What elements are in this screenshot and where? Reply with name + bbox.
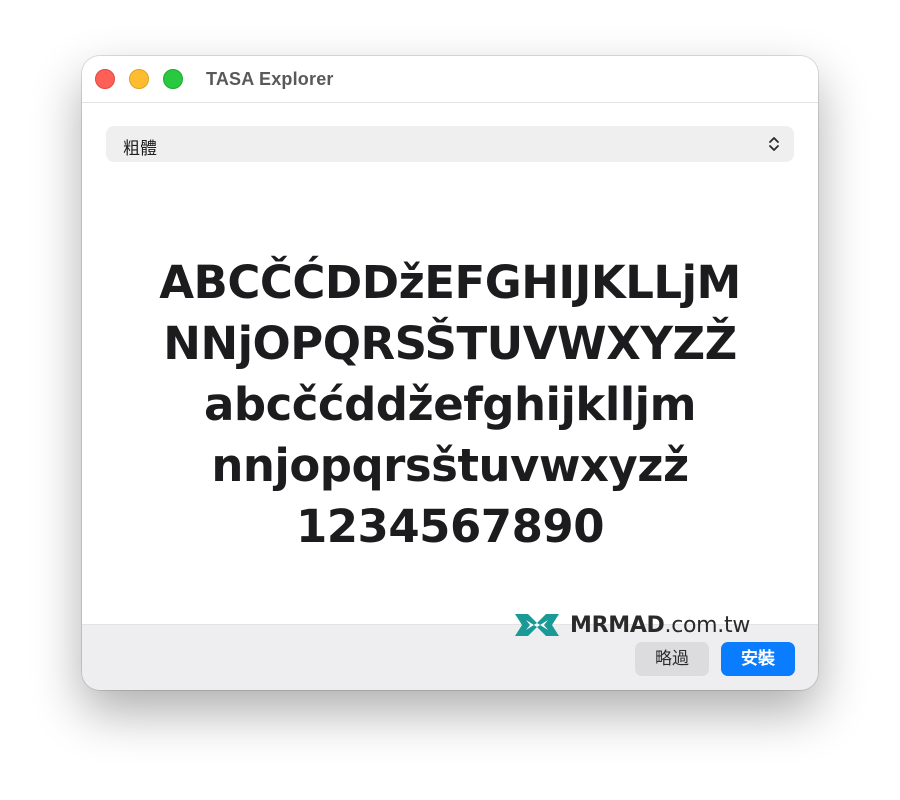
preview-line-lowercase-1: abcčćddžefghijklljm	[203, 378, 697, 431]
chevron-up-down-icon	[769, 137, 779, 151]
mrmad-logo-icon	[515, 614, 559, 636]
tasa-explorer-window: TASA Explorer 粗體 ABCČĆDDžEFGHIJKLLjM NNj…	[82, 56, 818, 690]
maximize-window-button[interactable]	[163, 69, 183, 89]
watermark: MRMAD .com.tw	[512, 608, 750, 642]
preview-line-uppercase-2: NNjOPQRSŠTUVWXYZŽ	[163, 317, 737, 370]
install-button[interactable]: 安裝	[721, 642, 795, 676]
watermark-brand: MRMAD	[570, 612, 665, 638]
skip-button[interactable]: 略過	[635, 642, 709, 676]
font-style-select[interactable]: 粗體	[106, 126, 794, 162]
font-style-selected-value: 粗體	[123, 139, 157, 158]
preview-line-uppercase-1: ABCČĆDDžEFGHIJKLLjM	[159, 256, 741, 309]
window-title: TASA Explorer	[206, 69, 334, 89]
watermark-domain: .com.tw	[664, 612, 751, 638]
close-window-button[interactable]	[95, 69, 115, 89]
font-preview: ABCČĆDDžEFGHIJKLLjM NNjOPQRSŠTUVWXYZŽ ab…	[82, 252, 818, 557]
preview-line-digits: 1234567890	[295, 500, 605, 553]
minimize-window-button[interactable]	[129, 69, 149, 89]
title-bar: TASA Explorer	[82, 56, 818, 103]
preview-line-lowercase-2: nnjopqrsštuvwxyzž	[211, 439, 689, 492]
